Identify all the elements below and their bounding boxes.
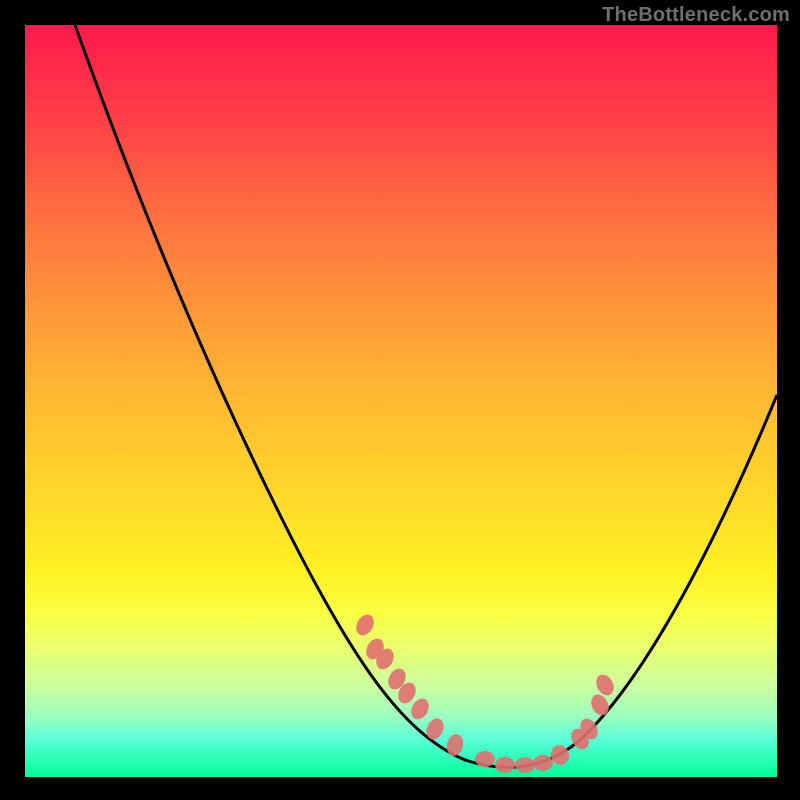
chart-frame xyxy=(25,25,777,777)
marker-dots xyxy=(353,612,617,773)
plot-svg xyxy=(25,25,777,777)
bottleneck-curve xyxy=(75,25,777,767)
watermark-text: TheBottleneck.com xyxy=(602,4,790,27)
